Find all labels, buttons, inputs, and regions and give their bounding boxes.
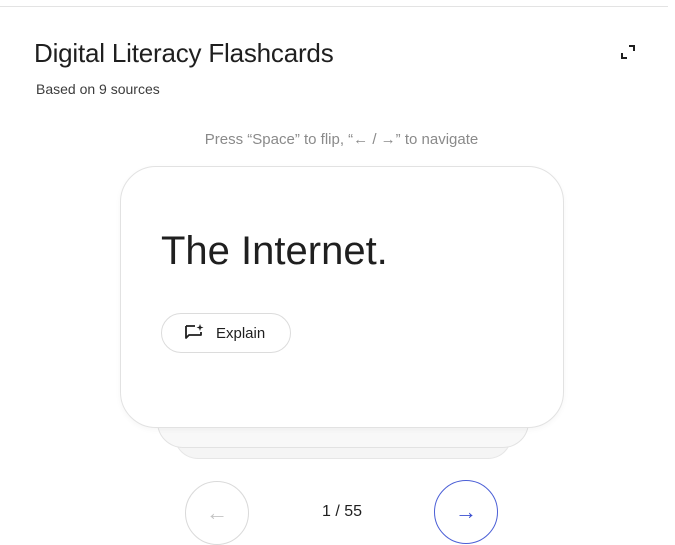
next-card-button[interactable]: → — [434, 480, 498, 544]
card-counter: 1 / 55 — [321, 503, 363, 520]
sparkle-comment-icon — [184, 322, 206, 344]
page-title: Digital Literacy Flashcards — [34, 38, 334, 68]
flashcard[interactable]: The Internet. Explain — [120, 166, 564, 428]
expand-button[interactable] — [614, 38, 642, 66]
previous-card-button[interactable]: ← — [185, 481, 249, 545]
explain-label: Explain — [216, 324, 266, 342]
top-divider — [0, 6, 668, 7]
explain-button[interactable]: Explain — [161, 313, 291, 353]
keyboard-hint: Press “Space” to flip, “← / →” to naviga… — [204, 131, 479, 148]
arrow-right-icon: → — [455, 499, 477, 524]
arrow-left-icon: ← — [206, 500, 228, 525]
flashcard-text: The Internet. — [161, 229, 388, 273]
expand-icon — [621, 45, 635, 59]
sources-subtitle: Based on 9 sources — [36, 81, 160, 97]
